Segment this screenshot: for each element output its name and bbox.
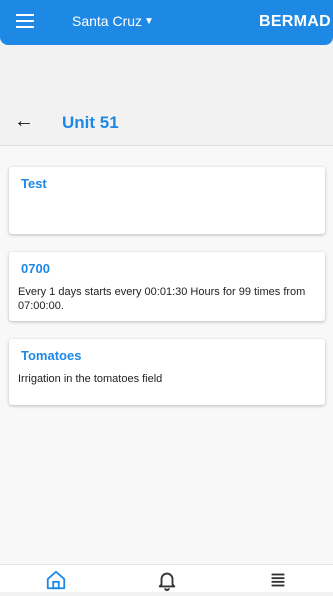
program-card-test[interactable]: Test xyxy=(9,167,325,234)
page-title: Unit 51 xyxy=(62,113,119,132)
caret-down-icon: ▼ xyxy=(144,15,154,27)
program-description: Every 1 days starts every 00:01:30 Hours… xyxy=(18,286,306,312)
site-selector[interactable]: Santa Cruz ▼ xyxy=(72,13,154,29)
program-card-0700[interactable]: 0700 Every 1 days starts every 00:01:30 … xyxy=(9,252,325,321)
program-description: Irrigation in the tomatoes field xyxy=(18,373,163,385)
bottom-navigation xyxy=(0,564,333,592)
program-card-tomatoes[interactable]: Tomatoes Irrigation in the tomatoes fiel… xyxy=(9,339,325,405)
top-app-bar: Santa Cruz ▼ BERMAD xyxy=(0,0,333,45)
arrow-left-icon[interactable]: ← xyxy=(14,110,34,133)
program-list: Test 0700 Every 1 days starts every 00:0… xyxy=(0,146,333,564)
brand-logo: BERMAD xyxy=(258,13,331,30)
home-icon[interactable] xyxy=(45,569,69,591)
program-name: 0700 xyxy=(21,261,50,276)
program-name: Tomatoes xyxy=(21,348,82,363)
bell-icon[interactable] xyxy=(156,569,180,591)
hamburger-icon[interactable] xyxy=(16,14,34,28)
list-icon[interactable] xyxy=(267,569,291,591)
page-header: ← Unit 51 xyxy=(0,100,333,146)
site-name: Santa Cruz xyxy=(72,13,143,29)
program-name: Test xyxy=(21,176,47,191)
